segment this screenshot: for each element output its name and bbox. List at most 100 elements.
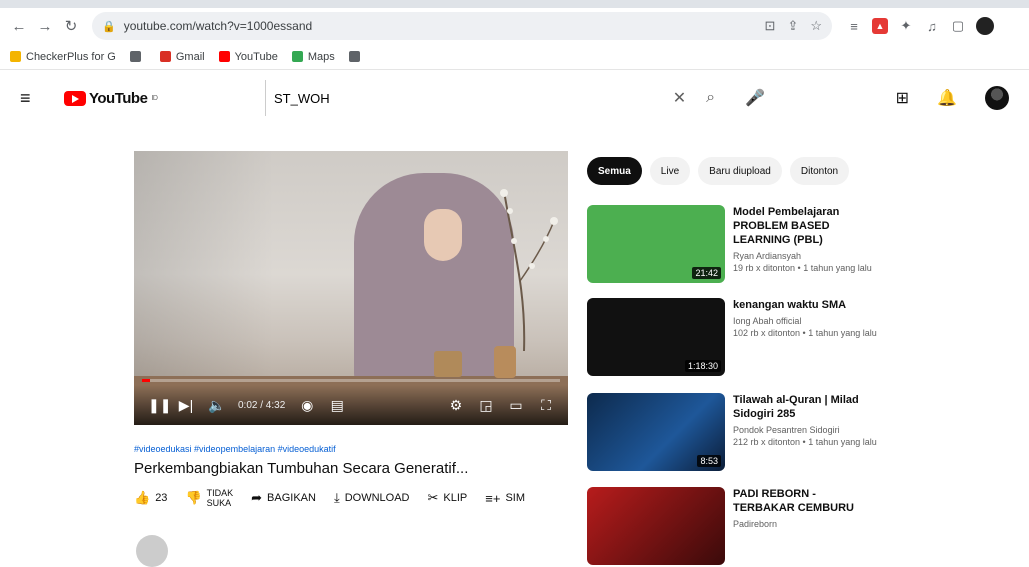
video-progress-bar[interactable] — [142, 379, 560, 382]
subtitles-icon[interactable]: ▤ — [329, 397, 345, 414]
url-text[interactable]: youtube.com/watch?v=1000essand — [124, 19, 765, 33]
autoplay-toggle-icon[interactable]: ◉ — [299, 397, 315, 414]
dislike-label: TIDAK SUKA — [207, 488, 234, 508]
recommendation-thumbnail[interactable]: 1:18:30 — [587, 298, 725, 376]
recommendation-info: Model Pembelajaran PROBLEM BASED LEARNIN… — [733, 205, 877, 283]
duration-badge: 21:42 — [692, 267, 721, 279]
youtube-header: ≡ YouTube ID ✕ ⌕ 🎤 ⊞ 🔔 — [0, 70, 1029, 126]
chrome-icon — [129, 51, 141, 62]
profile-avatar[interactable] — [976, 17, 994, 35]
search-icon[interactable]: ⌕ — [706, 89, 715, 107]
recommendation-meta: 212 rb x ditonton • 1 tahun yang lalu — [733, 437, 877, 447]
bookmark-label: CheckerPlus for G — [26, 50, 116, 63]
bookmark-item[interactable]: Maps — [291, 50, 335, 63]
playlist-add-icon: ≡+ — [485, 490, 501, 506]
address-bar[interactable]: 🔒 youtube.com/watch?v=1000essand ⊡ ⇪ ☆ — [92, 12, 832, 40]
forward-icon[interactable]: → — [34, 15, 56, 37]
adblock-icon[interactable]: ▲ — [872, 18, 888, 34]
address-row: ← → ↻ 🔒 youtube.com/watch?v=1000essand ⊡… — [0, 8, 1029, 44]
youtube-logo[interactable]: YouTube ID — [64, 90, 158, 107]
fullscreen-icon[interactable]: ⛶ — [538, 397, 554, 414]
puzzle-icon[interactable]: ✦ — [898, 18, 914, 34]
star-icon[interactable]: ☆ — [810, 18, 822, 34]
video-person-face — [424, 209, 462, 261]
recommendation-info: kenangan waktu SMA Iong Abah official 102 … — [733, 298, 877, 376]
recommendation-title[interactable]: Tilawah al-Quran | Milad Sidogiri 285 — [733, 393, 877, 421]
recommendation-channel[interactable]: Iong Abah official — [733, 316, 877, 326]
settings-icon[interactable]: ⚙ — [448, 397, 464, 414]
dislike-label-line2: SUKA — [206, 498, 232, 508]
like-button[interactable]: 👍 23 — [134, 490, 167, 506]
extension-icon[interactable]: ≡ — [846, 18, 862, 34]
chip-3[interactable]: Baru diupload — [698, 157, 782, 185]
recommendation-channel[interactable]: Pondok Pesantren Sidogiri — [733, 425, 877, 435]
recommendation-channel[interactable]: Padireborn — [733, 519, 877, 529]
recommendation-thumbnail[interactable]: 8:53 — [587, 393, 725, 471]
recommendation-item[interactable]: 8:53 Tilawah al-Quran | Milad Sidogiri 28… — [587, 393, 877, 471]
player-controls: ❚❚ ▶| 🔈 0:02 / 4:32 ◉ ▤ ⚙ ◲ ▭ ⛶ — [134, 385, 568, 425]
download-button[interactable]: ⤓ DOWNLOAD — [334, 490, 410, 506]
video-player[interactable]: ❚❚ ▶| 🔈 0:02 / 4:32 ◉ ▤ ⚙ ◲ ▭ ⛶ — [134, 151, 568, 425]
bookmark-item[interactable] — [129, 51, 146, 62]
recommendation-channel[interactable]: Ryan Ardiansyah — [733, 251, 877, 261]
mic-icon[interactable]: 🎤 — [745, 88, 765, 108]
globe-icon — [348, 51, 360, 62]
sidepanel-icon[interactable]: ▢ — [950, 18, 966, 34]
recommendation-thumbnail[interactable]: 21:42 — [587, 205, 725, 283]
media-icon[interactable]: ♫ — [924, 18, 940, 34]
search-input[interactable] — [266, 80, 673, 116]
volume-icon[interactable]: 🔈 — [208, 397, 225, 414]
recommendation-title[interactable]: Model Pembelajaran PROBLEM BASED LEARNIN… — [733, 205, 877, 247]
thumbs-up-icon: 👍 — [134, 490, 151, 505]
pause-icon[interactable]: ❚❚ — [148, 397, 171, 414]
video-progress-fill — [142, 379, 151, 382]
share-icon[interactable]: ⇪ — [787, 18, 798, 34]
recommendation-item[interactable]: 1:18:30 kenangan waktu SMA Iong Abah offic… — [587, 298, 877, 376]
gmail-icon — [159, 51, 171, 62]
share-arrow-icon: ➦ — [251, 490, 263, 505]
recommendation-info: PADI REBORN - TERBAKAR CEMBURU Padireborn — [733, 487, 877, 565]
dislike-button[interactable]: 👎 TIDAK SUKA — [185, 488, 233, 508]
next-icon[interactable]: ▶| — [178, 397, 194, 414]
menu-icon[interactable]: ≡ — [20, 88, 44, 109]
recommendation-item[interactable]: PADI REBORN - TERBAKAR CEMBURU Padireborn — [587, 487, 877, 565]
share-button[interactable]: ➦ BAGIKAN — [251, 490, 316, 506]
tab-strip — [0, 0, 1029, 8]
recommendation-meta: 102 rb x ditonton • 1 tahun yang lalu — [733, 328, 877, 338]
chip-2[interactable]: Live — [649, 157, 691, 185]
recommendation-thumbnail[interactable] — [587, 487, 725, 565]
clip-button[interactable]: ✂ KLIP — [427, 490, 467, 506]
chip-1[interactable]: Semua — [587, 157, 642, 185]
share-label: BAGIKAN — [267, 492, 316, 504]
search-box: ✕ ⌕ 🎤 — [265, 80, 765, 116]
reload-icon[interactable]: ↻ — [60, 15, 82, 37]
bookmark-item[interactable] — [348, 51, 365, 62]
like-count: 23 — [155, 492, 168, 504]
bookmark-label: YouTube — [234, 50, 278, 63]
bookmark-item[interactable]: CheckerPlus for G — [10, 51, 116, 63]
recommendation-title[interactable]: kenangan waktu SMA — [733, 298, 877, 312]
bookmark-label: Maps — [307, 50, 335, 63]
miniplayer-icon[interactable]: ◲ — [478, 397, 494, 414]
save-button[interactable]: ≡+ SIM — [485, 491, 525, 506]
bell-icon[interactable]: 🔔 — [937, 88, 957, 108]
thumbs-down-icon: 👎 — [185, 490, 202, 505]
duration-badge: 1:18:30 — [684, 360, 721, 372]
install-icon[interactable]: ⊡ — [765, 18, 776, 34]
duration-badge: 8:53 — [697, 455, 721, 467]
clear-icon[interactable]: ✕ — [673, 88, 686, 108]
download-label: DOWNLOAD — [344, 492, 410, 504]
bookmark-item[interactable]: Gmail — [159, 51, 205, 63]
theater-icon[interactable]: ▭ — [508, 397, 524, 414]
recommendation-item[interactable]: 21:42 Model Pembelajaran PROBLEM BASED LE… — [587, 205, 877, 283]
maps-icon — [291, 51, 303, 62]
video-hashtags[interactable]: #videoedukasi #videopembelajaran #videoe… — [134, 444, 336, 454]
channel-avatar[interactable] — [136, 535, 168, 567]
create-icon[interactable]: ⊞ — [896, 88, 909, 108]
recommendation-title[interactable]: PADI REBORN - TERBAKAR CEMBURU — [733, 487, 877, 515]
chip-4[interactable]: Ditonton — [789, 157, 850, 185]
account-avatar[interactable] — [985, 86, 1009, 110]
video-branch — [500, 189, 558, 351]
back-icon[interactable]: ← — [8, 15, 30, 37]
bookmark-item[interactable]: YouTube — [218, 50, 278, 63]
